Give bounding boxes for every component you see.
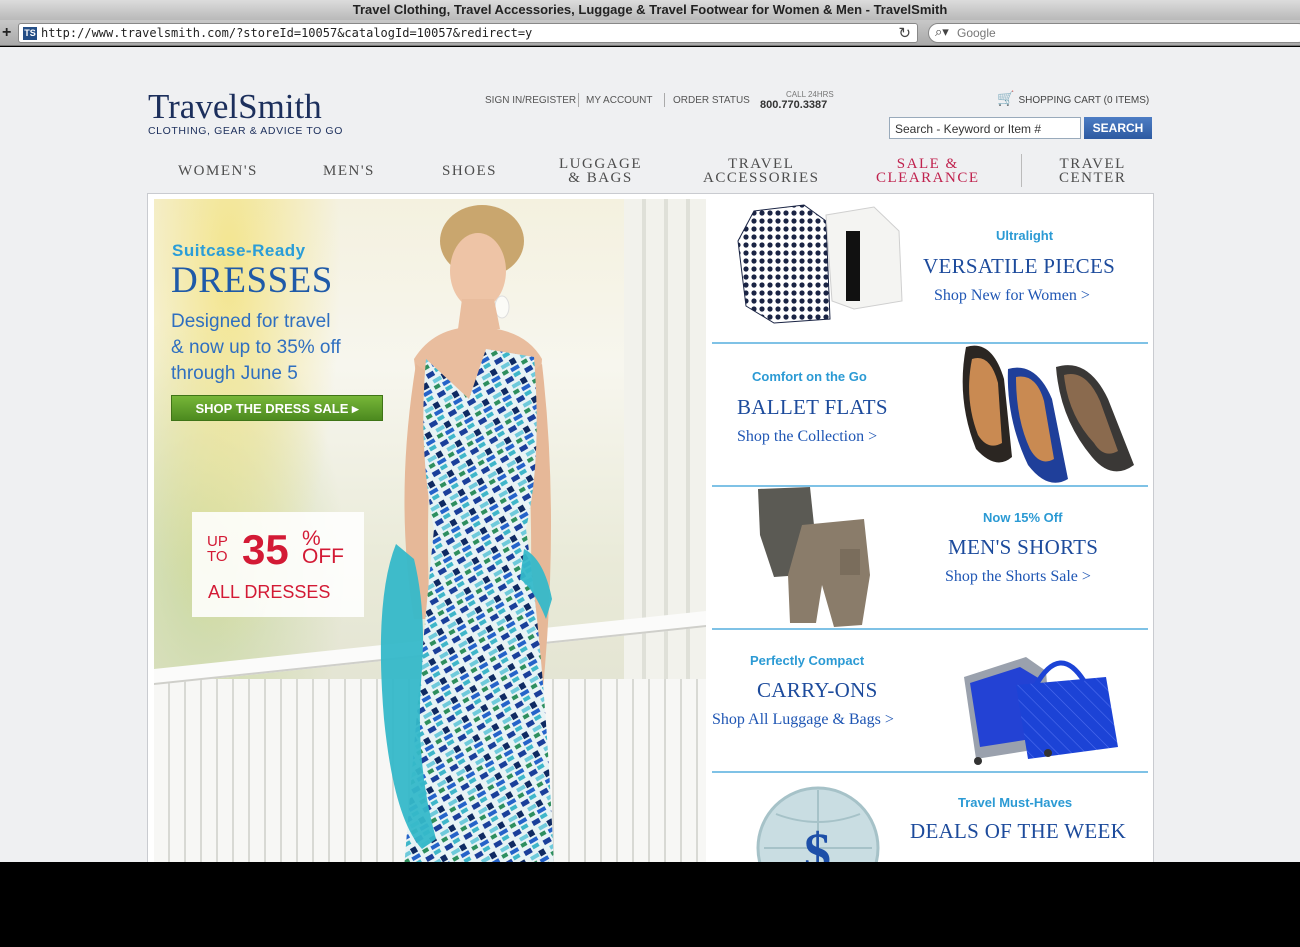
tile-versatile-pieces[interactable]: Ultralight VERSATILE PIECES Shop New for… [712,199,1149,341]
nav-divider [1021,154,1022,187]
nav-mens[interactable]: MEN'S [323,164,375,179]
tile-link[interactable]: Shop All Luggage & Bags > [712,711,894,729]
site-search-placeholder: Search - Keyword or Item # [895,122,1042,136]
tile-kicker: Comfort on the Go [752,369,867,384]
browser-search-placeholder: Google [957,26,996,40]
tile-mens-shorts[interactable]: Now 15% Off MEN'S SHORTS Shop the Shorts… [712,487,1149,630]
tile-title: DEALS OF THE WEEK [910,819,1127,843]
address-bar[interactable]: TS http://www.travelsmith.com/?storeId=1… [18,23,918,43]
tile-link[interactable]: Shop New for Women > [934,287,1090,305]
flats-product-image [962,345,1134,483]
tile-divider [712,628,1148,630]
tile-divider [712,771,1148,773]
hero-subtitle: Designed for travel & now up to 35% off … [171,311,341,384]
hero-kicker: Suitcase-Ready [172,241,306,260]
tile-ballet-flats[interactable]: Comfort on the Go BALLET FLATS Shop the … [712,345,1149,487]
divider [578,93,579,107]
tile-kicker: Travel Must-Haves [958,795,1073,810]
tile-kicker: Perfectly Compact [750,653,865,668]
nav-travel-center[interactable]: TRAVEL CENTER [1059,157,1126,186]
magnifier-icon: ⌕▾ [935,25,949,40]
add-bookmark-button[interactable]: + [2,23,16,43]
url-text[interactable]: http://www.travelsmith.com/?storeId=1005… [41,26,532,40]
promo-all-dresses: ALL DRESSES [208,582,331,602]
divider [664,93,665,107]
sign-in-link[interactable]: SIGN IN/REGISTER [485,95,576,106]
tile-kicker: Ultralight [996,228,1054,243]
cart-label: SHOPPING CART (0 ITEMS) [1018,95,1150,106]
tile-carry-ons[interactable]: Perfectly Compact CARRY-ONS Shop All Lug… [712,631,1149,773]
shop-dress-sale-button[interactable]: SHOP THE DRESS SALE ▸ [171,395,383,421]
site-search-input[interactable]: Search - Keyword or Item # [889,117,1081,139]
tops-product-image [737,204,903,324]
svg-text:$: $ [804,822,831,862]
tile-title: VERSATILE PIECES [923,254,1116,278]
my-account-link[interactable]: MY ACCOUNT [586,95,653,106]
travelsmith-logo[interactable]: TravelSmith CLOTHING, GEAR & ADVICE TO G… [148,87,343,137]
tile-link[interactable]: Shop the Shorts Sale > [945,568,1091,586]
nav-travel-accessories[interactable]: TRAVEL ACCESSORIES [703,157,820,186]
logo-word-a: Travel [148,87,239,126]
model-photo [380,205,554,862]
cart-icon: 🛒 [997,91,1015,107]
logo-wordmark: TravelSmith [148,87,343,127]
browser-search-field[interactable]: ⌕▾ Google [928,23,1300,43]
tile-link[interactable]: Shop the Collection > [737,428,877,446]
window-title: Travel Clothing, Travel Accessories, Lug… [0,0,1300,20]
nav-womens[interactable]: WOMEN'S [178,164,258,179]
shorts-product-image [758,487,870,627]
tile-title: BALLET FLATS [737,395,888,419]
call-label: CALL 24HRS [786,90,834,99]
promo-badge[interactable]: UP TO 35 % OFF ALL DRESSES [192,512,364,617]
promo-percent: 35 [242,526,289,573]
browser-toolbar: + TS http://www.travelsmith.com/?storeId… [0,20,1300,46]
search-button[interactable]: SEARCH [1084,117,1152,139]
luggage-product-image [964,657,1118,765]
reload-icon[interactable]: ↻ [898,24,911,42]
shopping-cart-link[interactable]: 🛒 SHOPPING CART (0 ITEMS) [997,91,1149,107]
content-panel: Suitcase-Ready DRESSES Designed for trav… [147,193,1154,862]
site-favicon-icon: TS [23,27,37,40]
nav-shoes[interactable]: SHOES [442,164,497,179]
nav-luggage-bags[interactable]: LUGGAGE & BAGS [559,157,642,186]
promo-upto: UP TO [207,533,228,565]
tile-title: CARRY-ONS [757,678,878,702]
phone-number: 800.770.3387 [760,99,828,111]
order-status-link[interactable]: ORDER STATUS [673,95,750,106]
tile-title: MEN'S SHORTS [948,535,1099,559]
monitor-bezel [0,862,1300,947]
web-page: TravelSmith CLOTHING, GEAR & ADVICE TO G… [0,47,1300,862]
dollar-globe-icon: $ [756,786,880,862]
hero-banner[interactable]: Suitcase-Ready DRESSES Designed for trav… [154,199,706,862]
tile-deals-of-the-week[interactable]: $ Travel Must-Haves DEALS OF THE WEEK [712,774,1149,862]
logo-tagline: CLOTHING, GEAR & ADVICE TO GO [148,125,343,137]
tile-kicker: Now 15% Off [983,510,1063,525]
promo-percent-off: % OFF [302,527,344,568]
logo-word-b: Smith [238,87,322,126]
nav-sale-clearance[interactable]: SALE & CLEARANCE [876,157,980,186]
hero-title: DRESSES [171,260,333,301]
